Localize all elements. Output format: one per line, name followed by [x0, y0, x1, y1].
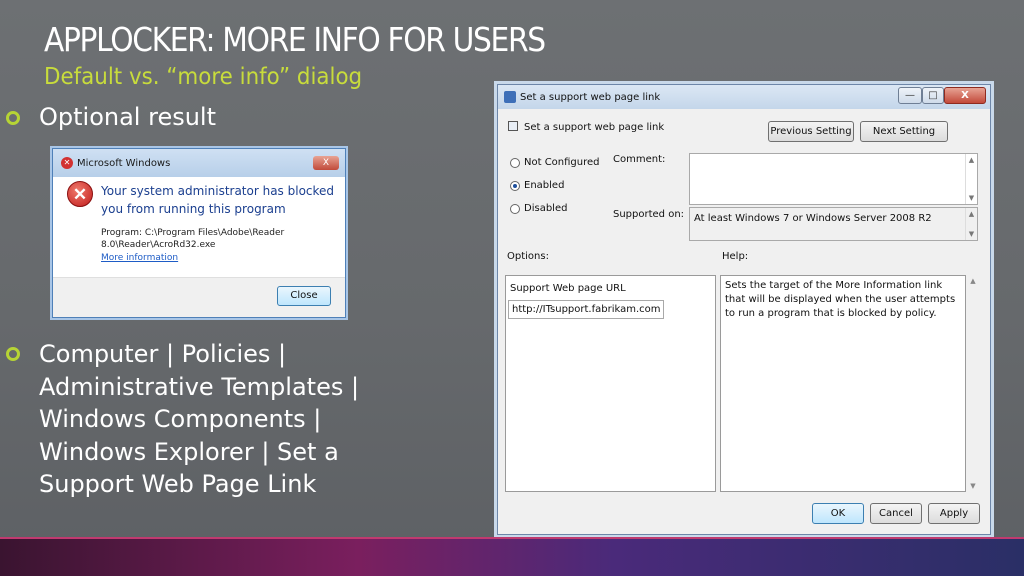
- blocked-dialog-heading: Your system administrator has blocked yo…: [101, 184, 335, 216]
- supported-scrollbar[interactable]: ▲ ▼: [965, 208, 977, 240]
- support-url-input[interactable]: http://ITsupport.fabrikam.com: [508, 300, 664, 319]
- radio-selected-icon: [510, 180, 520, 191]
- help-panel: Sets the target of the More Information …: [720, 275, 966, 492]
- slide-subtitle: Default vs. “more info” dialog: [44, 64, 363, 90]
- apply-button[interactable]: Apply: [928, 503, 980, 524]
- radio-disabled-label: Disabled: [524, 203, 568, 214]
- close-button[interactable]: Close: [277, 286, 331, 306]
- blocked-dialog-title: Microsoft Windows: [77, 157, 171, 169]
- bullet-policy-path: Computer | Policies | Administrative Tem…: [39, 340, 360, 498]
- help-label: Help:: [722, 251, 749, 262]
- comment-scrollbar[interactable]: ▲ ▼: [965, 154, 977, 204]
- policy-app-icon: [504, 91, 516, 103]
- footer-band: [0, 539, 1024, 576]
- radio-disabled[interactable]: Disabled: [510, 203, 567, 214]
- options-panel: Support Web page URL http://ITsupport.fa…: [505, 275, 716, 492]
- supported-on-label: Supported on:: [613, 209, 685, 220]
- supported-on-value: At least Windows 7 or Windows Server 200…: [694, 213, 932, 224]
- error-icon: ✕: [67, 181, 93, 207]
- help-text: Sets the target of the More Information …: [725, 280, 956, 319]
- radio-enabled[interactable]: Enabled: [510, 180, 564, 191]
- blocked-dialog-titlebar: ✕ Microsoft Windows X: [53, 149, 345, 177]
- comment-label: Comment:: [613, 154, 666, 165]
- ok-button[interactable]: OK: [812, 503, 864, 524]
- policy-dialog-window-title: Set a support web page link: [520, 91, 661, 103]
- radio-enabled-label: Enabled: [524, 180, 565, 191]
- bullet-dot-icon: [6, 347, 20, 361]
- radio-circle-icon: [510, 157, 520, 168]
- blocked-dialog-footer: Close: [53, 277, 345, 317]
- more-information-link[interactable]: More information: [101, 253, 178, 263]
- maximize-icon[interactable]: □: [922, 87, 944, 104]
- cancel-button[interactable]: Cancel: [870, 503, 922, 524]
- blocked-dialog-body: ✕ Your system administrator has blocked …: [59, 179, 339, 277]
- error-small-icon: ✕: [61, 157, 73, 169]
- blocked-dialog-close-icon[interactable]: X: [313, 156, 339, 170]
- radio-circle-icon: [510, 203, 520, 214]
- next-setting-button[interactable]: Next Setting: [860, 121, 948, 142]
- minimize-icon[interactable]: —: [898, 87, 922, 104]
- policy-document-icon: [508, 121, 518, 131]
- policy-header-title: Set a support web page link: [524, 122, 665, 133]
- support-url-label: Support Web page URL: [510, 283, 626, 294]
- blocked-program-path: Program: C:\Program Files\Adobe\Reader 8…: [101, 228, 285, 250]
- policy-header: Set a support web page link: [508, 121, 664, 133]
- policy-setting-dialog: Set a support web page link — □ X Set a …: [497, 84, 991, 535]
- radio-not-configured[interactable]: Not Configured: [510, 157, 600, 168]
- blocked-program-dialog: ✕ Microsoft Windows X ✕ Your system admi…: [52, 148, 346, 318]
- bullet-optional-result: Optional result: [39, 103, 216, 131]
- policy-dialog-titlebar: Set a support web page link — □ X: [498, 85, 990, 109]
- radio-not-configured-label: Not Configured: [524, 157, 600, 168]
- comment-textarea[interactable]: ▲ ▼: [689, 153, 978, 205]
- window-close-icon[interactable]: X: [944, 87, 986, 104]
- support-url-value: http://ITsupport.fabrikam.com: [512, 304, 661, 315]
- previous-setting-button[interactable]: Previous Setting: [768, 121, 854, 142]
- slide-title: APPLOCKER: MORE INFO FOR USERS: [44, 20, 546, 59]
- bullet-dot-icon: [6, 111, 20, 125]
- help-scrollbar[interactable]: ▲ ▼: [967, 275, 979, 492]
- supported-on-field: At least Windows 7 or Windows Server 200…: [689, 207, 978, 241]
- options-label: Options:: [507, 251, 549, 262]
